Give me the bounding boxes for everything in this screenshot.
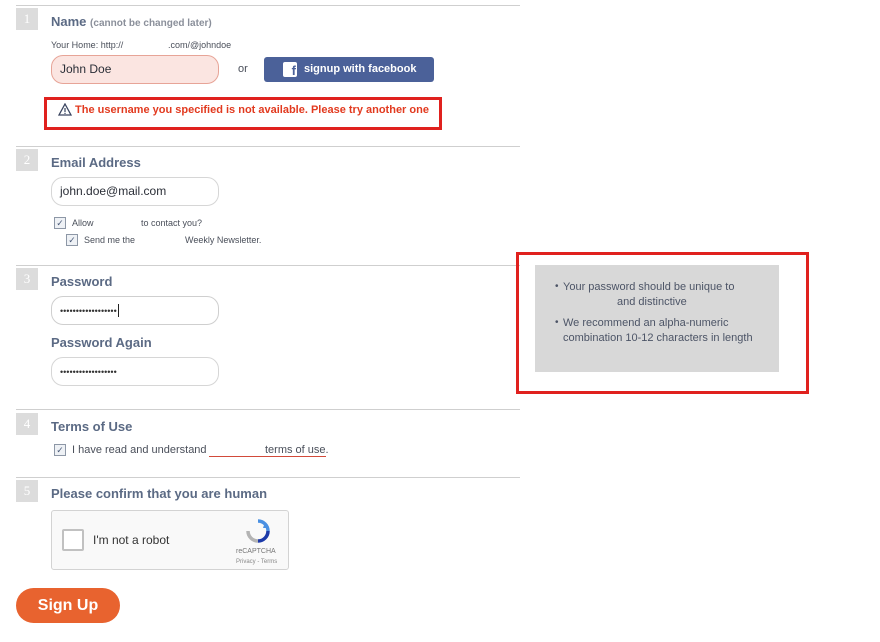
terms-section-title: Terms of Use xyxy=(51,419,133,434)
allow-contact-checkbox[interactable]: ✓ xyxy=(54,217,66,229)
recaptcha-logo-icon xyxy=(246,519,270,543)
password-again-masked-value: •••••••••••••••••• xyxy=(60,367,117,377)
home-url-prefix: Your Home: http:// xyxy=(51,40,124,50)
or-label: or xyxy=(238,63,248,75)
username-error-message: The username you specified is not availa… xyxy=(75,104,429,116)
name-input[interactable]: John Doe xyxy=(51,55,219,84)
section-divider xyxy=(16,5,520,6)
sign-up-button[interactable]: Sign Up xyxy=(16,588,120,623)
allow-contact-label-prefix: Allow xyxy=(72,218,94,228)
facebook-signup-label: signup with facebook xyxy=(304,63,417,75)
terms-label-prefix: I have read and understand xyxy=(72,444,207,456)
newsletter-label-prefix: Send me the xyxy=(84,235,136,245)
home-url-suffix: .com/@johndoe xyxy=(168,40,232,50)
newsletter-label-suffix: Weekly Newsletter. xyxy=(185,235,262,245)
recaptcha-widget: I'm not a robot reCAPTCHA Privacy - Term… xyxy=(51,510,289,570)
name-title: Name xyxy=(51,14,87,29)
section-divider xyxy=(16,146,520,147)
password-masked-value: •••••••••••••••••• xyxy=(60,306,117,316)
section-divider xyxy=(16,477,520,478)
password-tips-highlight xyxy=(516,252,809,394)
terms-checkbox[interactable]: ✓ xyxy=(54,444,66,456)
step-number-5: 5 xyxy=(16,480,38,502)
password-section-title: Password xyxy=(51,274,113,289)
step-number-2: 2 xyxy=(16,149,38,171)
step-number-3: 3 xyxy=(16,268,38,290)
password-again-input[interactable]: •••••••••••••••••• xyxy=(51,357,219,386)
allow-contact-label-suffix: to contact you? xyxy=(141,218,203,228)
terms-of-use-link[interactable]: terms of use. xyxy=(265,444,329,457)
recaptcha-label: I'm not a robot xyxy=(93,533,170,547)
email-input[interactable]: john.doe@mail.com xyxy=(51,177,219,206)
facebook-f-icon: f xyxy=(283,62,297,78)
warning-triangle-icon xyxy=(58,103,72,116)
password-input[interactable]: •••••••••••••••••• xyxy=(51,296,219,325)
recaptcha-checkbox[interactable] xyxy=(62,529,84,551)
name-section-title: Name (cannot be changed later) xyxy=(51,14,212,29)
step-number-4: 4 xyxy=(16,413,38,435)
email-section-title: Email Address xyxy=(51,155,141,170)
step-number-1: 1 xyxy=(16,8,38,30)
captcha-section-title: Please confirm that you are human xyxy=(51,486,268,501)
name-subtitle: (cannot be changed later) xyxy=(90,18,212,29)
text-caret xyxy=(117,304,119,318)
facebook-signup-button[interactable]: f signup with facebook xyxy=(264,57,434,82)
newsletter-checkbox[interactable]: ✓ xyxy=(66,234,78,246)
section-divider xyxy=(16,409,520,410)
password-again-label: Password Again xyxy=(51,335,152,350)
section-divider xyxy=(16,265,520,266)
recaptcha-brand: reCAPTCHA xyxy=(236,548,276,555)
recaptcha-links[interactable]: Privacy - Terms xyxy=(236,559,277,565)
